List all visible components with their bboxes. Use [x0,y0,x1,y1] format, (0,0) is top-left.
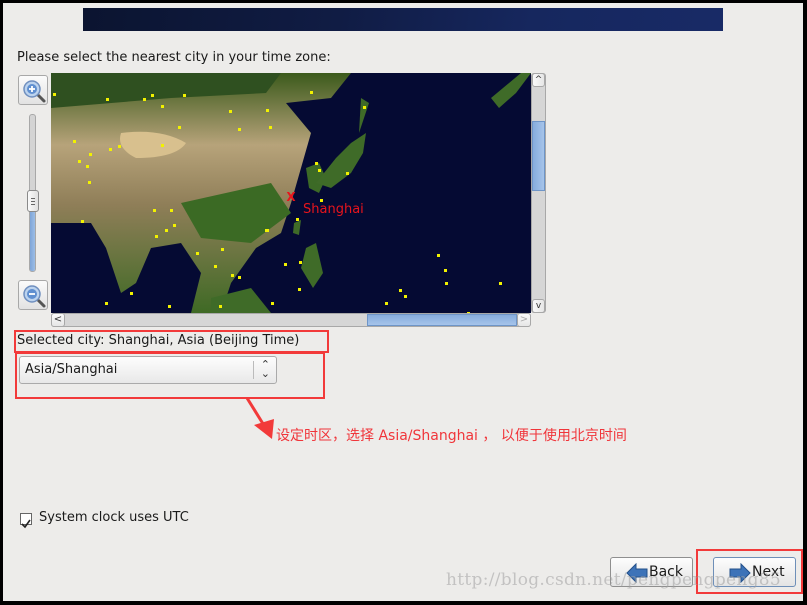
scroll-down-button[interactable]: v [532,299,545,313]
city-dot[interactable] [385,302,388,305]
city-dot[interactable] [296,218,299,221]
timezone-map[interactable]: X Shanghai [51,73,531,313]
city-dot[interactable] [183,94,186,97]
city-dot[interactable] [81,220,84,223]
city-dot[interactable] [315,162,318,165]
selected-city-marker: X [286,190,296,204]
annotation-arrow-icon [245,397,274,439]
city-dot[interactable] [130,292,133,295]
city-dot[interactable] [170,209,173,212]
utc-checkbox-label[interactable]: System clock uses UTC [39,510,189,525]
city-dot[interactable] [88,181,91,184]
annotation-note: 设定时区，选择 Asia/Shanghai ， 以便于使用北京时间 [276,428,627,444]
city-dot[interactable] [284,263,287,266]
utc-checkbox[interactable] [20,513,32,529]
zoom-out-button[interactable] [18,280,48,310]
zoom-in-button[interactable] [18,75,48,105]
zoom-out-icon [23,285,46,308]
watermark: http://blog.csdn.net/pengpengpeng85 [446,570,782,590]
annotation-box-timezone [15,352,325,399]
city-dot[interactable] [168,305,171,308]
city-dot[interactable] [363,106,366,109]
map-canvas: X Shanghai [51,73,531,313]
selected-city-map-label: Shanghai [303,202,364,217]
city-dot[interactable] [151,94,154,97]
city-dot[interactable] [86,165,89,168]
city-dot[interactable] [310,91,313,94]
zoom-slider-handle[interactable] [27,189,39,212]
city-dot[interactable] [196,252,199,255]
city-dot[interactable] [153,209,156,212]
timezone-prompt: Please select the nearest city in your t… [17,50,331,65]
japan-islands [316,133,366,188]
city-dot[interactable] [105,302,108,305]
city-dot[interactable] [161,105,164,108]
zoom-in-icon [23,80,46,103]
city-dot[interactable] [271,302,274,305]
installer-banner [83,8,723,31]
city-dot[interactable] [444,269,447,272]
city-dot[interactable] [229,110,232,113]
city-dot[interactable] [346,172,349,175]
city-dot[interactable] [299,261,302,264]
map-horizontal-scrollbar[interactable]: < > [51,313,531,327]
map-vertical-scrollbar[interactable]: ^ v [531,73,546,313]
city-dot[interactable] [89,153,92,156]
scroll-left-button[interactable]: < [51,313,65,327]
city-dot[interactable] [109,148,112,151]
city-dot[interactable] [499,282,502,285]
city-dot[interactable] [78,160,81,163]
city-dot[interactable] [173,224,176,227]
city-dot[interactable] [161,144,164,147]
taiwan [293,220,301,235]
city-dot[interactable] [231,274,234,277]
checkmark-icon [21,519,31,529]
city-dot[interactable] [143,98,146,101]
city-dot[interactable] [437,254,440,257]
asia-landmass [51,73,351,313]
city-dot[interactable] [106,98,109,101]
city-dot[interactable] [155,235,158,238]
city-dot[interactable] [266,109,269,112]
horizontal-scroll-thumb[interactable] [367,314,517,326]
city-dot[interactable] [238,128,241,131]
city-dot[interactable] [318,169,321,172]
city-dot[interactable] [221,248,224,251]
city-dot[interactable] [214,265,217,268]
annotation-box-selected-city [14,330,329,353]
scroll-right-button[interactable]: > [517,313,531,327]
city-dot[interactable] [269,126,272,129]
city-dot[interactable] [238,276,241,279]
city-dot[interactable] [219,305,222,308]
city-dot[interactable] [118,145,121,148]
city-dot[interactable] [298,288,301,291]
kamchatka [491,73,531,108]
city-dot[interactable] [178,126,181,129]
city-dot[interactable] [165,229,168,232]
city-dot[interactable] [404,295,407,298]
scroll-up-button[interactable]: ^ [532,73,545,87]
city-dot[interactable] [445,282,448,285]
city-dot[interactable] [399,289,402,292]
city-dot[interactable] [266,229,269,232]
vertical-scroll-thumb[interactable] [532,121,545,191]
city-dot[interactable] [53,93,56,96]
city-dot[interactable] [73,140,76,143]
philippines [301,243,323,288]
